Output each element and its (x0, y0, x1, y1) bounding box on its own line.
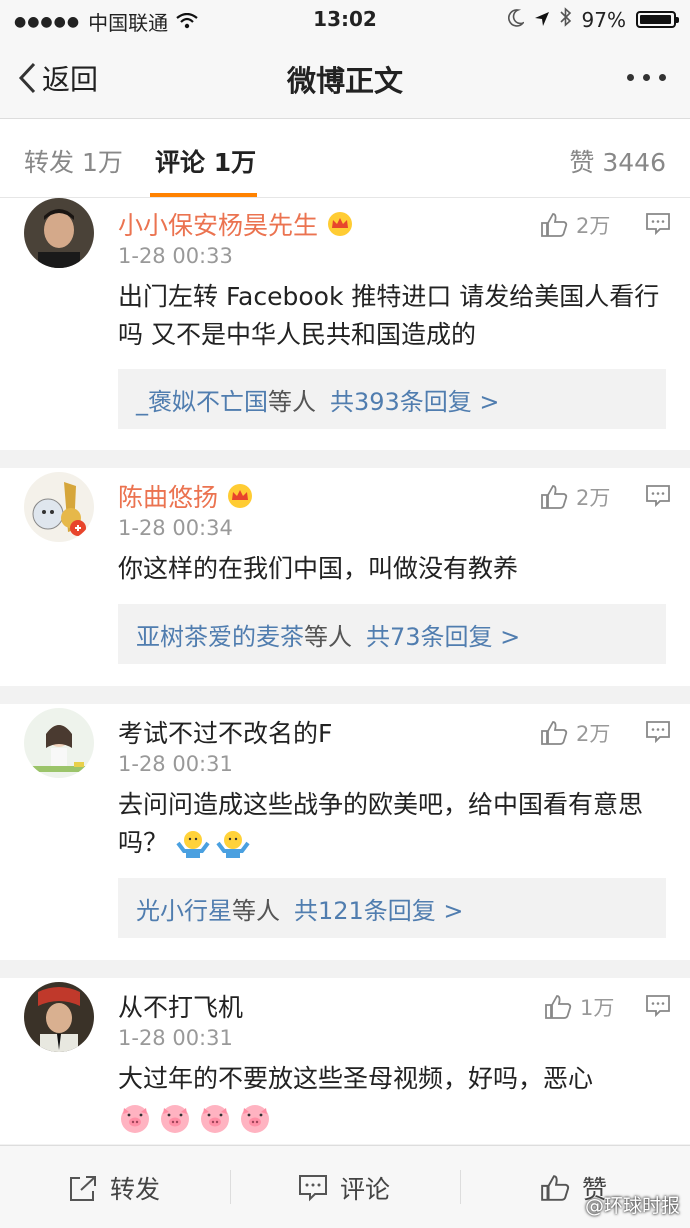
avatar[interactable] (24, 472, 94, 542)
share-icon (70, 1176, 96, 1201)
bottom-toolbar: 转发 评论 赞 @环球时报 (0, 1145, 690, 1228)
avatar[interactable] (24, 198, 94, 268)
comment-text: 大过年的不要放这些圣母视频，好吗，恶心 (118, 1060, 663, 1136)
moon-icon (507, 8, 526, 32)
comment-item[interactable]: 从不打飞机 1-28 00:31 1万 大过年的不要放这些圣母视频，好吗，恶心 (0, 978, 690, 1144)
pig-emoji-icon (121, 1105, 149, 1133)
reply-summary[interactable]: 亚树茶爱的麦茶 等人 共73条回复 > (118, 604, 666, 664)
comment-time: 1-28 00:34 (118, 516, 233, 540)
thumbs-up-icon (541, 1175, 570, 1201)
reply-icon[interactable] (645, 720, 671, 744)
emoji-row (118, 1098, 663, 1136)
page-title: 微博正文 (286, 64, 403, 98)
watermark: @环球时报 (584, 1195, 680, 1217)
vip-crown-icon (228, 484, 253, 508)
comment-text: 你这样的在我们中国，叫做没有教养 (118, 554, 519, 583)
comment-text-body: 大过年的不要放这些圣母视频，好吗，恶心 (118, 1064, 594, 1093)
comment-username[interactable]: 陈曲悠扬 (118, 478, 254, 514)
divider (0, 960, 690, 978)
reply-summary[interactable]: 光小行星 等人 共121条回复 > (118, 878, 666, 938)
avatar[interactable] (24, 708, 94, 778)
comment-icon (299, 1175, 327, 1202)
reply-count-link[interactable]: 共121条回复 > (294, 891, 464, 926)
divider (0, 686, 690, 704)
nav-bar: 返回 微博正文 (0, 38, 690, 119)
like-button[interactable]: 2万 (540, 718, 610, 748)
reply-icon[interactable] (645, 484, 671, 508)
comment-username[interactable]: 从不打飞机 (118, 988, 243, 1024)
divider (0, 450, 690, 468)
comment-time: 1-28 00:33 (118, 244, 233, 268)
pig-emoji-icon (161, 1105, 189, 1133)
reply-icon[interactable] (645, 212, 671, 236)
thumbs-up-icon (541, 213, 568, 237)
battery-icon (636, 11, 679, 28)
active-tab-indicator (150, 193, 257, 197)
thumbs-up-icon (545, 995, 572, 1019)
status-bar: ●●●●● 中国联通 13:02 97% (0, 0, 690, 38)
like-button[interactable]: 2万 (540, 482, 610, 512)
comment-username[interactable]: 小小保安杨昊先生 (118, 206, 354, 242)
reply-count-link[interactable]: 共73条回复 > (366, 617, 520, 652)
comment-item[interactable]: 陈曲悠扬 1-28 00:34 2万 你这样的在我们中国，叫做没有教养 亚树茶爱… (0, 468, 690, 686)
reply-suffix: 等人 (268, 387, 316, 416)
comment-item[interactable]: 小小保安杨昊先生 1-28 00:33 2万 出门左转 Facebook 推特进… (0, 198, 690, 450)
thumbs-up-icon (541, 485, 568, 509)
tab-bar: 转发 1万 评论 1万 赞 3446 (0, 119, 690, 198)
reply-users[interactable]: _褒姒不亡国 (136, 382, 268, 417)
thumbs-up-icon (541, 721, 568, 745)
comment-label: 评论 (340, 1175, 391, 1204)
comment-text: 出门左转 Facebook 推特进口 请发给美国人看行吗 又不是中华人民共和国造… (118, 282, 660, 349)
reply-icon[interactable] (645, 994, 671, 1018)
reply-suffix: 等人 (232, 896, 280, 925)
like-button[interactable]: 2万 (540, 210, 610, 240)
pig-emoji-icon (241, 1105, 269, 1133)
battery-percent: 97% (581, 7, 626, 32)
like-count: 2万 (576, 722, 611, 746)
tab-like[interactable]: 赞 3446 (569, 143, 666, 179)
reply-summary[interactable]: _褒姒不亡国 等人 共393条回复 > (118, 369, 666, 429)
like-count: 1万 (580, 996, 615, 1020)
like-count: 2万 (576, 214, 611, 238)
repost-button[interactable]: 转发 (68, 1170, 160, 1206)
more-dot-icon (627, 74, 634, 81)
reply-suffix: 等人 (304, 622, 352, 651)
username-text[interactable]: 小小保安杨昊先生 (118, 206, 318, 242)
shrug-emoji-icon (176, 831, 210, 858)
tab-comment[interactable]: 评论 1万 (155, 143, 256, 179)
comment-text: 去问问造成这些战争的欧美吧，给中国看有意思吗？ (118, 786, 663, 862)
reply-count-link[interactable]: 共393条回复 > (330, 382, 500, 417)
comment-list[interactable]: 小小保安杨昊先生 1-28 00:33 2万 出门左转 Facebook 推特进… (0, 198, 690, 1144)
comment-time: 1-28 00:31 (118, 752, 233, 776)
comment-username[interactable]: 考试不过不改名的F (118, 714, 332, 750)
pig-emoji-icon (201, 1105, 229, 1133)
more-dot-icon (643, 74, 650, 81)
toolbar-divider (460, 1170, 461, 1204)
username-text[interactable]: 陈曲悠扬 (118, 478, 218, 514)
comment-item[interactable]: 考试不过不改名的F 1-28 00:31 2万 去问问造成这些战争的欧美吧，给中… (0, 704, 690, 960)
shrug-emoji-icon (216, 831, 250, 858)
location-icon (534, 8, 550, 32)
reply-users[interactable]: 光小行星 (136, 891, 232, 926)
tab-repost[interactable]: 转发 1万 (24, 143, 123, 179)
vip-crown-icon (328, 212, 353, 236)
comment-button[interactable]: 评论 (298, 1170, 390, 1206)
toolbar-divider (230, 1170, 231, 1204)
repost-label: 转发 (110, 1175, 161, 1204)
bluetooth-icon (559, 7, 572, 32)
like-count: 2万 (576, 486, 611, 510)
comment-time: 1-28 00:31 (118, 1026, 233, 1050)
more-button[interactable] (627, 74, 666, 81)
more-dot-icon (659, 74, 666, 81)
username-text[interactable]: 考试不过不改名的F (118, 714, 332, 750)
reply-users[interactable]: 亚树茶爱的麦茶 (136, 617, 304, 652)
username-text[interactable]: 从不打飞机 (118, 988, 243, 1024)
like-button[interactable]: 1万 (544, 992, 614, 1022)
avatar[interactable] (24, 982, 94, 1052)
